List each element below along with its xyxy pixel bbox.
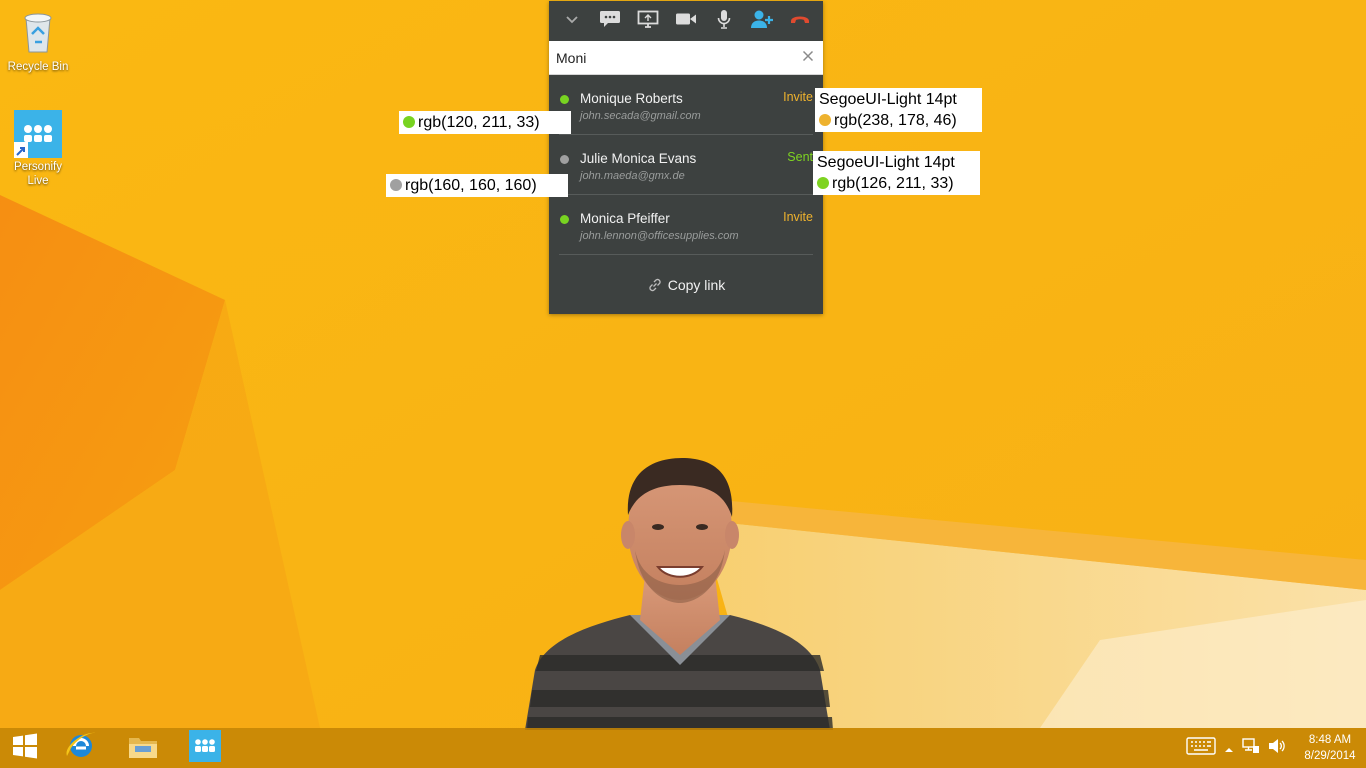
invite-button[interactable]: Invite: [783, 210, 813, 224]
close-icon: [802, 49, 814, 67]
taskbar: 8:48 AM 8/29/2014: [0, 728, 1366, 768]
orange-swatch: [819, 114, 831, 126]
clear-search-button[interactable]: [800, 50, 816, 66]
contact-email: john.lennon@officesupplies.com: [580, 230, 739, 242]
call-panel: Monique Roberts john.secada@gmail.com In…: [549, 1, 823, 314]
copy-link-label: Copy link: [667, 277, 726, 293]
chevron-down-icon: [565, 12, 579, 30]
invite-button[interactable]: Invite: [783, 90, 813, 104]
volume-button[interactable]: [1268, 728, 1286, 768]
hang-up-icon: [790, 12, 810, 30]
personify-live-label: Personify Live: [14, 161, 62, 187]
show-hidden-icons-button[interactable]: [1224, 728, 1234, 768]
contact-row[interactable]: Monique Roberts john.secada@gmail.com In…: [559, 75, 813, 135]
recycle-bin-icon: [1, 8, 75, 58]
clock-date: 8/29/2014: [1304, 750, 1356, 762]
personify-live-icon: [14, 110, 62, 158]
collapse-button[interactable]: [557, 6, 587, 36]
clock-time: 8:48 AM: [1308, 734, 1352, 746]
presenter-video-cutout: [520, 455, 840, 730]
file-explorer-icon: [127, 732, 159, 764]
contact-email: john.maeda@gmx.de: [580, 170, 685, 182]
presence-dot: [560, 215, 569, 224]
annotation-grey-dot: rgb(160, 160, 160): [386, 174, 568, 197]
annotation-font: SegoeUI-Light 14pt: [819, 91, 957, 108]
chevron-up-icon: [1224, 739, 1234, 758]
call-toolbar: [549, 1, 823, 41]
screen-share-icon: [637, 10, 659, 33]
annotation-text: rgb(120, 211, 33): [418, 114, 540, 131]
contact-row[interactable]: Julie Monica Evans john.maeda@gmx.de Sen…: [559, 135, 813, 195]
volume-icon: [1268, 738, 1286, 758]
contact-name: Monica Pfeiffer: [580, 211, 670, 226]
annotation-text: rgb(126, 211, 33): [832, 175, 954, 192]
recycle-bin-label: Recycle Bin: [7, 61, 69, 73]
annotation-sent: SegoeUI-Light 14pt rgb(126, 211, 33): [813, 151, 980, 195]
network-icon: [1242, 738, 1260, 758]
chat-button[interactable]: [595, 6, 625, 36]
microphone-button[interactable]: [709, 6, 739, 36]
personify-live-icon: [189, 730, 221, 766]
grey-swatch: [390, 179, 402, 191]
add-person-icon: [750, 9, 774, 34]
annotation-green-dot: rgb(120, 211, 33): [399, 111, 571, 134]
contact-search-input[interactable]: [556, 49, 800, 66]
video-button[interactable]: [671, 6, 701, 36]
video-camera-icon: [675, 12, 697, 31]
personify-live-shortcut[interactable]: Personify Live: [1, 110, 75, 188]
annotation-text: rgb(160, 160, 160): [405, 177, 537, 194]
contact-name: Monique Roberts: [580, 91, 683, 106]
network-button[interactable]: [1242, 728, 1260, 768]
annotation-text: rgb(238, 178, 46): [834, 112, 957, 129]
internet-explorer-icon: [64, 730, 98, 766]
touch-keyboard-button[interactable]: [1186, 728, 1216, 768]
presence-dot: [560, 155, 569, 164]
green-swatch: [817, 177, 829, 189]
screen-share-button[interactable]: [633, 6, 663, 36]
internet-explorer-button[interactable]: [50, 728, 112, 768]
clock[interactable]: 8:48 AM 8/29/2014: [1294, 732, 1366, 764]
contact-name: Julie Monica Evans: [580, 151, 697, 166]
invite-sent-status: Sent: [787, 150, 813, 164]
windows-start-icon: [12, 733, 38, 763]
add-participant-button[interactable]: [747, 6, 777, 36]
contact-list: Monique Roberts john.secada@gmail.com In…: [549, 75, 823, 255]
contact-search-row: [549, 41, 823, 75]
link-icon: [647, 277, 663, 293]
annotation-font: SegoeUI-Light 14pt: [817, 154, 955, 171]
start-button[interactable]: [0, 728, 50, 768]
keyboard-icon: [1186, 737, 1216, 759]
contact-row[interactable]: Monica Pfeiffer john.lennon@officesuppli…: [559, 195, 813, 255]
file-explorer-button[interactable]: [112, 728, 174, 768]
green-swatch: [403, 116, 415, 128]
hang-up-button[interactable]: [785, 6, 815, 36]
contact-email: john.secada@gmail.com: [580, 110, 701, 122]
annotation-invite: SegoeUI-Light 14pt rgb(238, 178, 46): [815, 88, 982, 132]
recycle-bin-shortcut[interactable]: Recycle Bin: [1, 8, 75, 74]
presence-dot: [560, 95, 569, 104]
copy-link-button[interactable]: Copy link: [549, 277, 823, 293]
microphone-icon: [716, 9, 732, 34]
personify-live-taskbar-button[interactable]: [174, 728, 236, 768]
chat-icon: [599, 10, 621, 33]
system-tray: 8:48 AM 8/29/2014: [1182, 728, 1366, 768]
